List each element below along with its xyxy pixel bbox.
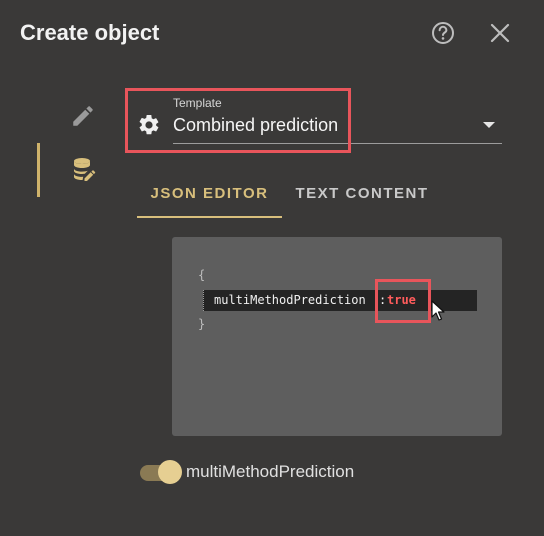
- tab-text-content[interactable]: TEXT CONTENT: [282, 185, 442, 219]
- json-editor[interactable]: [172, 237, 502, 436]
- value-highlight-box: [375, 279, 431, 323]
- pencil-icon: [73, 106, 93, 126]
- rail-item-database[interactable]: [70, 155, 98, 183]
- rail-item-edit[interactable]: [70, 103, 96, 129]
- database-edit-icon: [74, 158, 96, 181]
- help-circle-icon: [432, 22, 454, 44]
- template-highlight-box: [125, 88, 351, 153]
- mouse-cursor-icon: [431, 300, 445, 321]
- toggle-label: multiMethodPrediction: [186, 462, 355, 481]
- code-open-brace: {: [198, 268, 206, 282]
- toggle-thumb: [158, 460, 182, 484]
- active-tab-indicator: [137, 216, 282, 218]
- rail-active-indicator: [37, 143, 40, 197]
- dialog-title: Create object: [20, 20, 160, 45]
- close-icon: [490, 23, 510, 43]
- chevron-down-icon[interactable]: [483, 122, 495, 128]
- multi-method-prediction-toggle[interactable]: [140, 460, 188, 485]
- tab-json-editor[interactable]: JSON EDITOR: [137, 185, 282, 219]
- code-close-brace: }: [198, 317, 206, 331]
- close-button[interactable]: [487, 20, 513, 46]
- create-object-dialog: Create object Template Combined predicti…: [0, 0, 544, 536]
- code-key: multiMethodPrediction: [214, 293, 366, 307]
- help-button[interactable]: [430, 20, 456, 46]
